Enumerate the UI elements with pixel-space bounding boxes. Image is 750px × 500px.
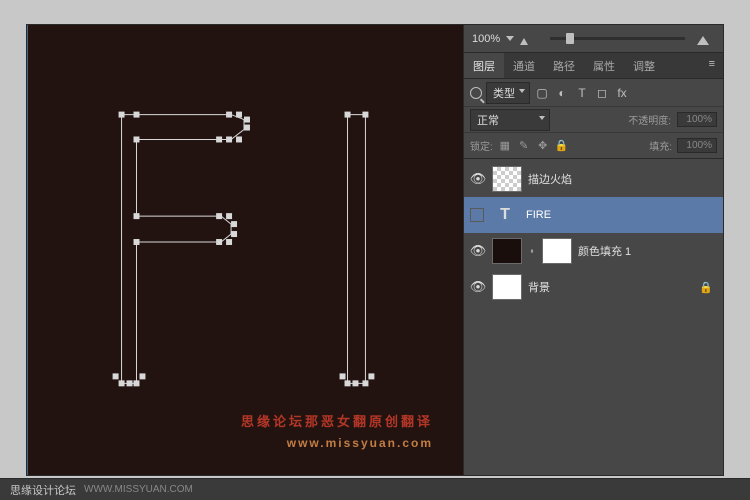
visibility-toggle[interactable]: 👁	[470, 243, 486, 259]
anchor-points[interactable]	[113, 112, 375, 387]
lock-icon: 🔒	[699, 281, 717, 294]
layer-name[interactable]: 描边火焰	[528, 171, 717, 187]
visibility-toggle[interactable]: 👁	[470, 279, 486, 295]
panel-tabs: 图层 通道 路径 属性 调整 ≡	[464, 53, 723, 79]
footer-bar: 思缘设计论坛 WWW.MISSYUAN.COM	[0, 478, 750, 500]
visibility-toggle[interactable]	[470, 208, 484, 222]
filter-text-icon[interactable]: T	[574, 85, 590, 101]
layer-filter-row: 类型 ▢ ◐ T ◻ fx	[464, 79, 723, 107]
layer-thumbnail-text[interactable]: T	[490, 202, 520, 228]
layer-row[interactable]: 👁 描边火焰	[464, 161, 723, 197]
blend-mode-dropdown[interactable]: 正常	[470, 109, 550, 131]
text-path-fi[interactable]	[27, 25, 463, 473]
panels-sidebar: 100% 图层 通道 路径 属性 调整 ≡ 类型 ▢ ◐ T ◻ fx 正常 不…	[463, 25, 723, 475]
filter-pixel-icon[interactable]: ▢	[534, 85, 550, 101]
layers-list: 👁 描边火焰 T FIRE 👁 ⬫ 颜色填充 1 👁 背景 🔒	[464, 159, 723, 307]
tab-channels[interactable]: 通道	[504, 53, 544, 78]
layer-row[interactable]: 👁 ⬫ 颜色填充 1	[464, 233, 723, 269]
opacity-label: 不透明度:	[628, 112, 671, 127]
watermark-line1: 思缘论坛那恶女翻原创翻译	[241, 411, 433, 433]
visibility-toggle[interactable]: 👁	[470, 171, 486, 187]
layer-thumbnail[interactable]	[492, 238, 522, 264]
layer-name[interactable]: 背景	[528, 279, 693, 295]
lock-position-icon[interactable]: ✥	[536, 139, 550, 153]
filter-shape-icon[interactable]: ◻	[594, 85, 610, 101]
layer-thumbnail[interactable]	[492, 166, 522, 192]
tab-layers[interactable]: 图层	[464, 53, 504, 78]
layer-row[interactable]: T FIRE	[464, 197, 723, 233]
lock-label: 锁定:	[470, 138, 493, 153]
layer-name[interactable]: 颜色填充 1	[578, 243, 717, 259]
blend-mode-row: 正常 不透明度: 100%	[464, 107, 723, 133]
lock-brush-icon[interactable]: ✎	[517, 139, 531, 153]
watermark-url: www.missyuan.com	[241, 433, 433, 453]
tab-paths[interactable]: 路径	[544, 53, 584, 78]
lock-row: 锁定: ▦ ✎ ✥ 🔒 填充: 100%	[464, 133, 723, 159]
zoom-slider-knob[interactable]	[566, 33, 574, 44]
opacity-value[interactable]: 100%	[677, 112, 717, 127]
fill-value[interactable]: 100%	[677, 138, 717, 153]
fill-label: 填充:	[649, 138, 672, 153]
zoom-value[interactable]: 100%	[472, 33, 500, 45]
zoom-in-icon[interactable]	[697, 33, 715, 45]
layer-mask-thumbnail[interactable]	[542, 238, 572, 264]
zoom-slider[interactable]	[550, 37, 685, 40]
zoom-dropdown-icon[interactable]	[506, 36, 514, 41]
tab-properties[interactable]: 属性	[584, 53, 624, 78]
footer-url: WWW.MISSYUAN.COM	[84, 484, 193, 495]
panel-menu-icon[interactable]: ≡	[701, 53, 723, 78]
filter-smart-icon[interactable]: fx	[614, 85, 630, 101]
layer-row[interactable]: 👁 背景 🔒	[464, 269, 723, 305]
filter-adjustment-icon[interactable]: ◐	[554, 85, 570, 101]
canvas-area[interactable]: 思缘论坛那恶女翻原创翻译 www.missyuan.com	[27, 25, 463, 475]
lock-transparent-icon[interactable]: ▦	[498, 139, 512, 153]
lock-all-icon[interactable]: 🔒	[555, 139, 569, 153]
layer-name[interactable]: FIRE	[526, 209, 717, 221]
zoom-out-icon[interactable]	[520, 33, 538, 45]
link-mask-icon[interactable]: ⬫	[528, 246, 536, 257]
footer-site: 思缘设计论坛	[10, 482, 76, 498]
watermark: 思缘论坛那恶女翻原创翻译 www.missyuan.com	[241, 411, 433, 453]
search-icon[interactable]	[470, 87, 482, 99]
tab-adjustments[interactable]: 调整	[624, 53, 664, 78]
filter-type-dropdown[interactable]: 类型	[486, 82, 530, 104]
navigator-zoom-row: 100%	[464, 25, 723, 53]
layer-thumbnail[interactable]	[492, 274, 522, 300]
